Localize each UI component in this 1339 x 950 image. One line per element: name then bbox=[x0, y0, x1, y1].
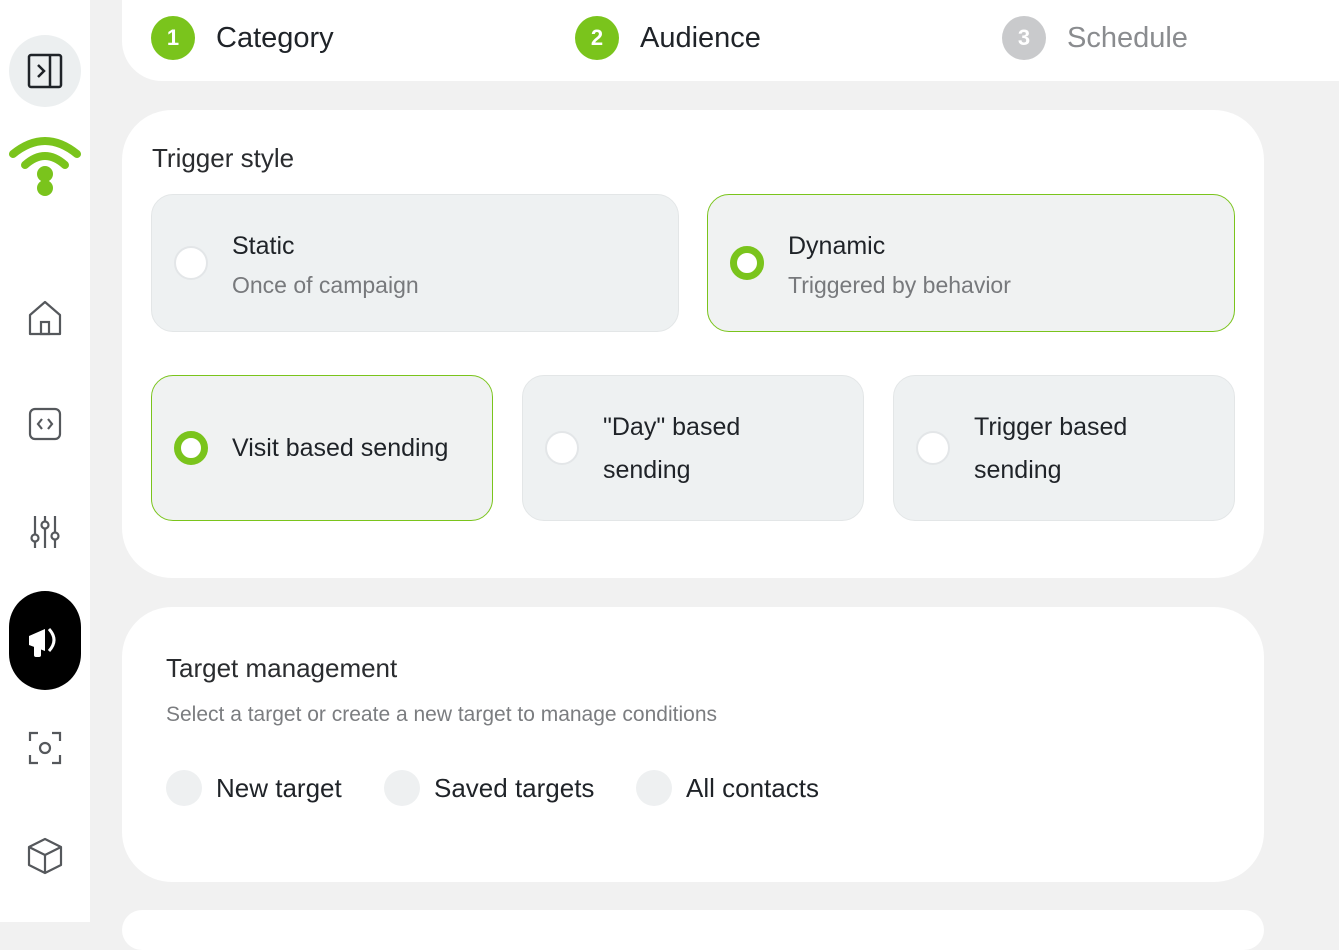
cube-icon bbox=[27, 837, 63, 875]
step-number: 2 bbox=[575, 16, 619, 60]
step-label: Category bbox=[216, 21, 334, 54]
section-subtitle: Select a target or create a new target t… bbox=[166, 703, 717, 726]
option-day-based[interactable]: "Day" based sending bbox=[522, 375, 864, 521]
code-icon bbox=[28, 407, 62, 441]
target-option-saved[interactable]: Saved targets bbox=[384, 770, 594, 806]
sidebar bbox=[0, 0, 90, 922]
sidebar-item-settings[interactable] bbox=[9, 496, 81, 568]
next-section-card bbox=[122, 910, 1264, 950]
step-label: Schedule bbox=[1067, 21, 1188, 54]
radio-all-contacts[interactable] bbox=[636, 770, 672, 806]
option-title: Static bbox=[232, 232, 295, 260]
option-visit-based[interactable]: Visit based sending bbox=[151, 375, 493, 521]
radio-trigger-based[interactable] bbox=[916, 431, 950, 465]
megaphone-icon bbox=[29, 627, 56, 657]
target-option-all[interactable]: All contacts bbox=[636, 770, 819, 806]
brand-logo[interactable] bbox=[9, 128, 81, 200]
radio-new-target[interactable] bbox=[166, 770, 202, 806]
option-title: sending bbox=[603, 456, 691, 484]
step-number: 1 bbox=[151, 16, 195, 60]
option-title: Visit based sending bbox=[232, 434, 449, 462]
target-option-label: All contacts bbox=[686, 772, 819, 803]
step-label: Audience bbox=[640, 21, 761, 54]
radio-day-based[interactable] bbox=[545, 431, 579, 465]
step-audience[interactable]: 2 Audience bbox=[575, 16, 761, 60]
target-option-label: New target bbox=[216, 772, 342, 803]
sliders-icon bbox=[30, 516, 60, 548]
step-number: 3 bbox=[1002, 16, 1046, 60]
step-category[interactable]: 1 Category bbox=[151, 16, 334, 60]
option-trigger-based[interactable]: Trigger based sending bbox=[893, 375, 1235, 521]
option-static[interactable]: Static Once of campaign bbox=[151, 194, 679, 332]
option-title: sending bbox=[974, 456, 1062, 484]
sidebar-item-scan[interactable] bbox=[9, 712, 81, 784]
sidebar-item-products[interactable] bbox=[9, 820, 81, 892]
sidebar-toggle-button[interactable] bbox=[9, 35, 81, 107]
radio-visit-based[interactable] bbox=[174, 431, 208, 465]
section-title: Trigger style bbox=[152, 143, 295, 173]
radio-saved-targets[interactable] bbox=[384, 770, 420, 806]
sidebar-item-campaigns[interactable] bbox=[9, 591, 81, 690]
option-title: Trigger based bbox=[974, 413, 1128, 441]
sidebar-item-code[interactable] bbox=[9, 388, 81, 460]
step-schedule[interactable]: 3 Schedule bbox=[1002, 16, 1188, 60]
option-title: Dynamic bbox=[788, 232, 886, 260]
target-option-label: Saved targets bbox=[434, 772, 595, 803]
target-management-card: Target management Select a target or cre… bbox=[122, 607, 1264, 882]
panel-toggle-icon bbox=[27, 53, 63, 89]
trigger-style-card: Trigger style Static Once of campaign Dy… bbox=[122, 110, 1264, 578]
option-dynamic[interactable]: Dynamic Triggered by behavior bbox=[707, 194, 1235, 332]
radio-dynamic[interactable] bbox=[730, 246, 764, 280]
sidebar-item-home[interactable] bbox=[9, 282, 81, 354]
wizard-stepper: 1 Category 2 Audience 3 Schedule bbox=[122, 0, 1339, 81]
target-option-new[interactable]: New target bbox=[166, 770, 342, 806]
scan-icon bbox=[28, 731, 62, 765]
section-title: Target management bbox=[166, 653, 398, 683]
radio-static[interactable] bbox=[174, 246, 208, 280]
option-subtitle: Triggered by behavior bbox=[788, 272, 1011, 298]
option-subtitle: Once of campaign bbox=[232, 272, 419, 298]
wifi-logo-icon bbox=[9, 137, 81, 196]
option-title: "Day" based bbox=[603, 413, 741, 441]
home-icon bbox=[28, 300, 62, 336]
